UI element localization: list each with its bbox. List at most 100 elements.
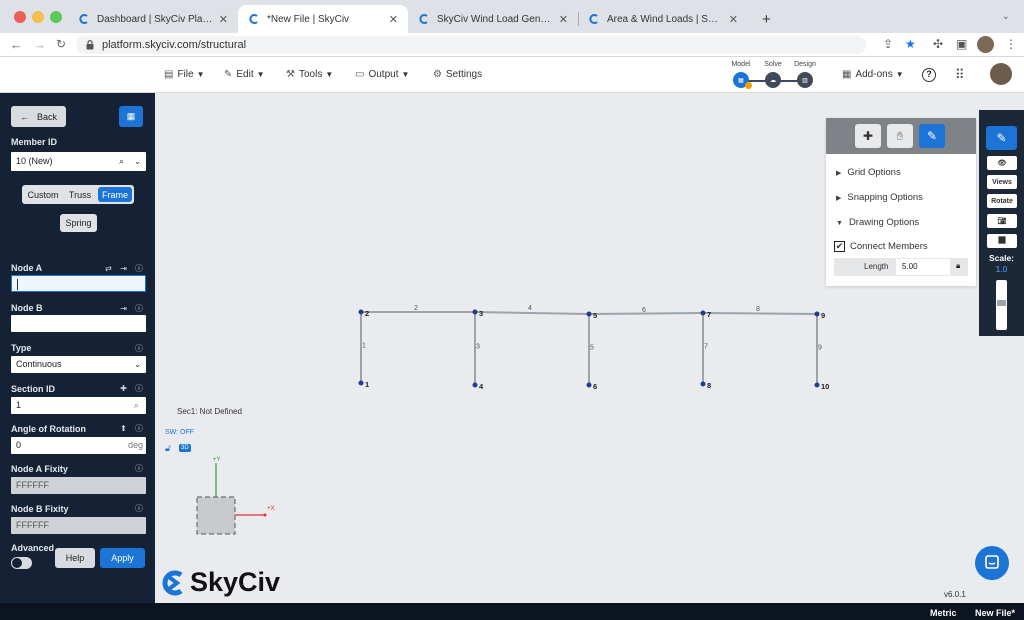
type-truss-button[interactable]: Truss <box>64 187 96 202</box>
scale-slider-track[interactable] <box>996 280 1007 330</box>
side-panel-icon[interactable]: ▣ <box>956 37 967 51</box>
browser-tab-area-wind-loads[interactable]: Area & Wind Loads | SkyCiv En ✕ <box>578 5 748 33</box>
reload-icon[interactable]: ↻ <box>56 37 66 51</box>
connect-members-row[interactable]: ✔ Connect Members <box>834 241 928 252</box>
grid-options-row[interactable]: ▶ Grid Options <box>836 167 901 178</box>
close-tab-icon[interactable]: ✕ <box>389 13 398 26</box>
menu-file[interactable]: ▤ File ▼ <box>164 69 205 80</box>
step-design-button[interactable]: ▥ <box>797 72 813 88</box>
member-id-select[interactable]: 10 (New) ⌕ ⌄ <box>11 152 146 171</box>
close-tab-icon[interactable]: ✕ <box>559 13 568 26</box>
share-icon[interactable]: ⇪ <box>883 37 893 51</box>
maximize-window-icon[interactable] <box>50 11 62 23</box>
snapping-options-row[interactable]: ▶ Snapping Options <box>836 192 923 203</box>
node-b-tools[interactable]: ⇥ ⓘ <box>120 303 146 314</box>
node-point[interactable] <box>586 382 592 388</box>
menu-addons[interactable]: ▦ Add-ons ▼ <box>842 69 904 80</box>
view-3d-badge[interactable]: 3D <box>179 444 191 452</box>
advanced-toggle[interactable] <box>11 557 32 569</box>
browser-tab-dashboard[interactable]: Dashboard | SkyCiv Platform ✕ <box>68 5 238 33</box>
node-b-fixity-input[interactable]: FFFFFF <box>11 517 146 534</box>
lock-icon[interactable]: 🔒︎ <box>956 261 960 271</box>
node-a-fixity-input[interactable]: FFFFFF <box>11 477 146 494</box>
browser-menu-icon[interactable]: ⋮ <box>1005 37 1017 51</box>
browser-tab-wind-load-generator[interactable]: SkyCiv Wind Load Generator | ✕ <box>408 5 578 33</box>
edit-pencil-button[interactable]: ✎ <box>986 126 1017 150</box>
close-window-icon[interactable] <box>14 11 26 23</box>
node-point[interactable] <box>358 380 364 386</box>
node-a-tools[interactable]: ⇄ ⇥ ⓘ <box>105 263 146 274</box>
spring-button[interactable]: Spring <box>60 214 97 232</box>
chevron-down-icon: ▼ <box>256 70 265 79</box>
drawing-options-row[interactable]: ▼ Drawing Options <box>836 217 919 228</box>
tab-search-icon[interactable]: ⌄ <box>1002 11 1010 22</box>
menu-tools[interactable]: ⚒ Tools ▼ <box>286 69 333 80</box>
type-frame-button[interactable]: Frame <box>98 187 132 202</box>
scale-slider-handle[interactable] <box>997 300 1006 306</box>
back-arrow-icon[interactable]: ← <box>10 37 23 52</box>
unlock-icon[interactable]: 🔓︎ <box>165 443 171 454</box>
section-tools[interactable]: ✚ ⓘ <box>120 383 146 394</box>
node-point[interactable] <box>814 382 820 388</box>
info-icon[interactable]: ⓘ <box>135 503 146 514</box>
self-weight-status[interactable]: SW: OFF <box>165 429 194 436</box>
pencil-draw-button[interactable]: ✎ <box>919 124 945 148</box>
node-point[interactable] <box>814 311 820 317</box>
new-tab-button[interactable]: + <box>752 5 776 33</box>
browser-tab-new-file[interactable]: *New File | SkyCiv ✕ <box>238 5 408 33</box>
menu-output[interactable]: ▭ Output ▼ <box>355 69 409 80</box>
apply-button[interactable]: Apply <box>100 548 145 568</box>
help-button[interactable]: Help <box>55 548 95 568</box>
type-select[interactable]: Continuous ⌄ <box>11 356 146 373</box>
node-point[interactable] <box>700 310 706 316</box>
bookmark-star-icon[interactable]: ★ <box>905 37 916 51</box>
connect-members-checkbox[interactable]: ✔ <box>834 241 845 252</box>
node-point[interactable] <box>472 382 478 388</box>
eye-visibility-button[interactable]: 👁︎ <box>987 156 1017 170</box>
help-icon[interactable]: ? <box>922 68 936 82</box>
add-node-button[interactable]: ✚ <box>855 124 881 148</box>
camera-screenshot-button[interactable]: 📷︎ <box>987 214 1017 228</box>
menu-settings-label: Settings <box>445 69 483 80</box>
views-button[interactable]: Views <box>987 175 1017 189</box>
rotate-button[interactable]: Rotate <box>987 194 1017 208</box>
close-tab-icon[interactable]: ✕ <box>729 13 738 26</box>
node-point[interactable] <box>358 309 364 315</box>
member-line[interactable] <box>474 311 590 315</box>
length-input[interactable]: 5.00 <box>896 259 950 275</box>
close-tab-icon[interactable]: ✕ <box>219 13 228 26</box>
node-point[interactable] <box>700 381 706 387</box>
forward-arrow-icon[interactable]: → <box>33 37 46 52</box>
browser-profile-avatar[interactable] <box>977 36 994 53</box>
node-point[interactable] <box>586 311 592 317</box>
hand-pan-button[interactable]: ✋︎ <box>887 124 913 148</box>
search-icon: ⌕ <box>118 156 124 166</box>
minimize-window-icon[interactable] <box>32 11 44 23</box>
extensions-puzzle-icon[interactable]: ✣ <box>933 37 943 51</box>
table-view-button[interactable]: ▦ <box>119 106 143 127</box>
apps-grid-icon[interactable]: ⠿ <box>955 67 965 83</box>
member-line[interactable] <box>702 312 818 315</box>
menu-settings[interactable]: ⚙ Settings <box>433 69 482 80</box>
app-window: Dashboard | SkyCiv Platform ✕ *New File … <box>0 0 1024 620</box>
menu-edit[interactable]: ✎ Edit ▼ <box>224 69 265 80</box>
info-icon[interactable]: ⓘ <box>135 463 146 474</box>
info-icon[interactable]: ⓘ <box>135 343 146 354</box>
node-b-input[interactable] <box>11 315 146 332</box>
step-solve-button[interactable]: ☁ <box>765 72 781 88</box>
unit-system-label[interactable]: Metric <box>930 608 957 618</box>
section-id-input[interactable]: 1 ⌕ <box>11 397 146 414</box>
rotation-input[interactable]: 0 deg <box>11 437 146 454</box>
table-icon: ▦ <box>126 111 136 121</box>
type-custom-button[interactable]: Custom <box>24 187 62 202</box>
url-field[interactable]: platform.skyciv.com/structural <box>76 36 866 54</box>
user-avatar[interactable] <box>990 63 1012 85</box>
chat-support-button[interactable] <box>975 546 1009 580</box>
rotation-tools[interactable]: ⬆ ⓘ <box>120 423 146 434</box>
member-line[interactable] <box>588 312 704 315</box>
gear-icon: ⚙ <box>433 69 442 80</box>
back-button[interactable]: ← Back <box>11 106 66 127</box>
cube-view-button[interactable]: ⬛︎ <box>987 234 1017 248</box>
node-point[interactable] <box>472 309 478 315</box>
node-a-input[interactable] <box>11 275 146 292</box>
